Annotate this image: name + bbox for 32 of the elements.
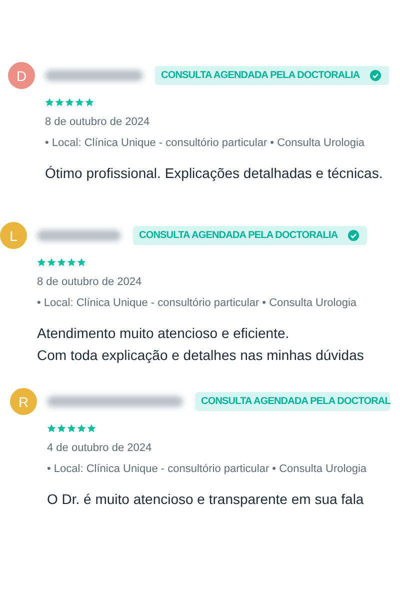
star-icon	[85, 98, 94, 107]
appointment-badge: CONSULTA AGENDADA PELA DOCTORALIA	[133, 226, 367, 245]
star-icon	[77, 424, 86, 433]
check-icon	[370, 70, 381, 81]
review-text: O Dr. é muito atencioso e transparente em sua fala	[47, 490, 365, 509]
review-date: 8 de outubro de 2024	[45, 116, 151, 128]
review-text: Atendimento muito atencioso e eficiente. Com toda explicação e detalhes nas minhas dúvidas	[37, 324, 365, 365]
avatar: R	[10, 388, 37, 415]
review-date: 4 de outubro de 2024	[47, 442, 153, 454]
star-icon	[57, 424, 66, 433]
review-date: 8 de outubro de 2024	[37, 276, 143, 288]
avatar: L	[0, 222, 27, 249]
appointment-badge: CONSULTA AGENDADA PELA DOCTORAL	[195, 392, 390, 411]
star-icon	[67, 424, 76, 433]
visit-details: • Local: Clínica Unique - consultório particular • Consulta Urologia	[37, 297, 358, 309]
avatar: D	[8, 62, 35, 89]
check-icon	[348, 230, 359, 241]
star-icon	[47, 424, 56, 433]
star-icon	[67, 258, 76, 267]
star-icon	[55, 98, 64, 107]
star-icon	[87, 424, 96, 433]
star-icon	[37, 258, 46, 267]
star-icon	[57, 258, 66, 267]
star-icon	[47, 258, 56, 267]
star-icon	[77, 258, 86, 267]
star-icon	[45, 98, 54, 107]
review-text: Ótimo profissional. Explicações detalhadas e técnicas.	[45, 164, 384, 183]
star-icon	[65, 98, 74, 107]
visit-details: • Local: Clínica Unique - consultório particular • Consulta Urologia	[45, 137, 366, 149]
star-icon	[75, 98, 84, 107]
appointment-badge: CONSULTA AGENDADA PELA DOCTORALIA	[155, 66, 389, 85]
visit-details: • Local: Clínica Unique - consultório particular • Consulta Urologia	[47, 463, 368, 475]
